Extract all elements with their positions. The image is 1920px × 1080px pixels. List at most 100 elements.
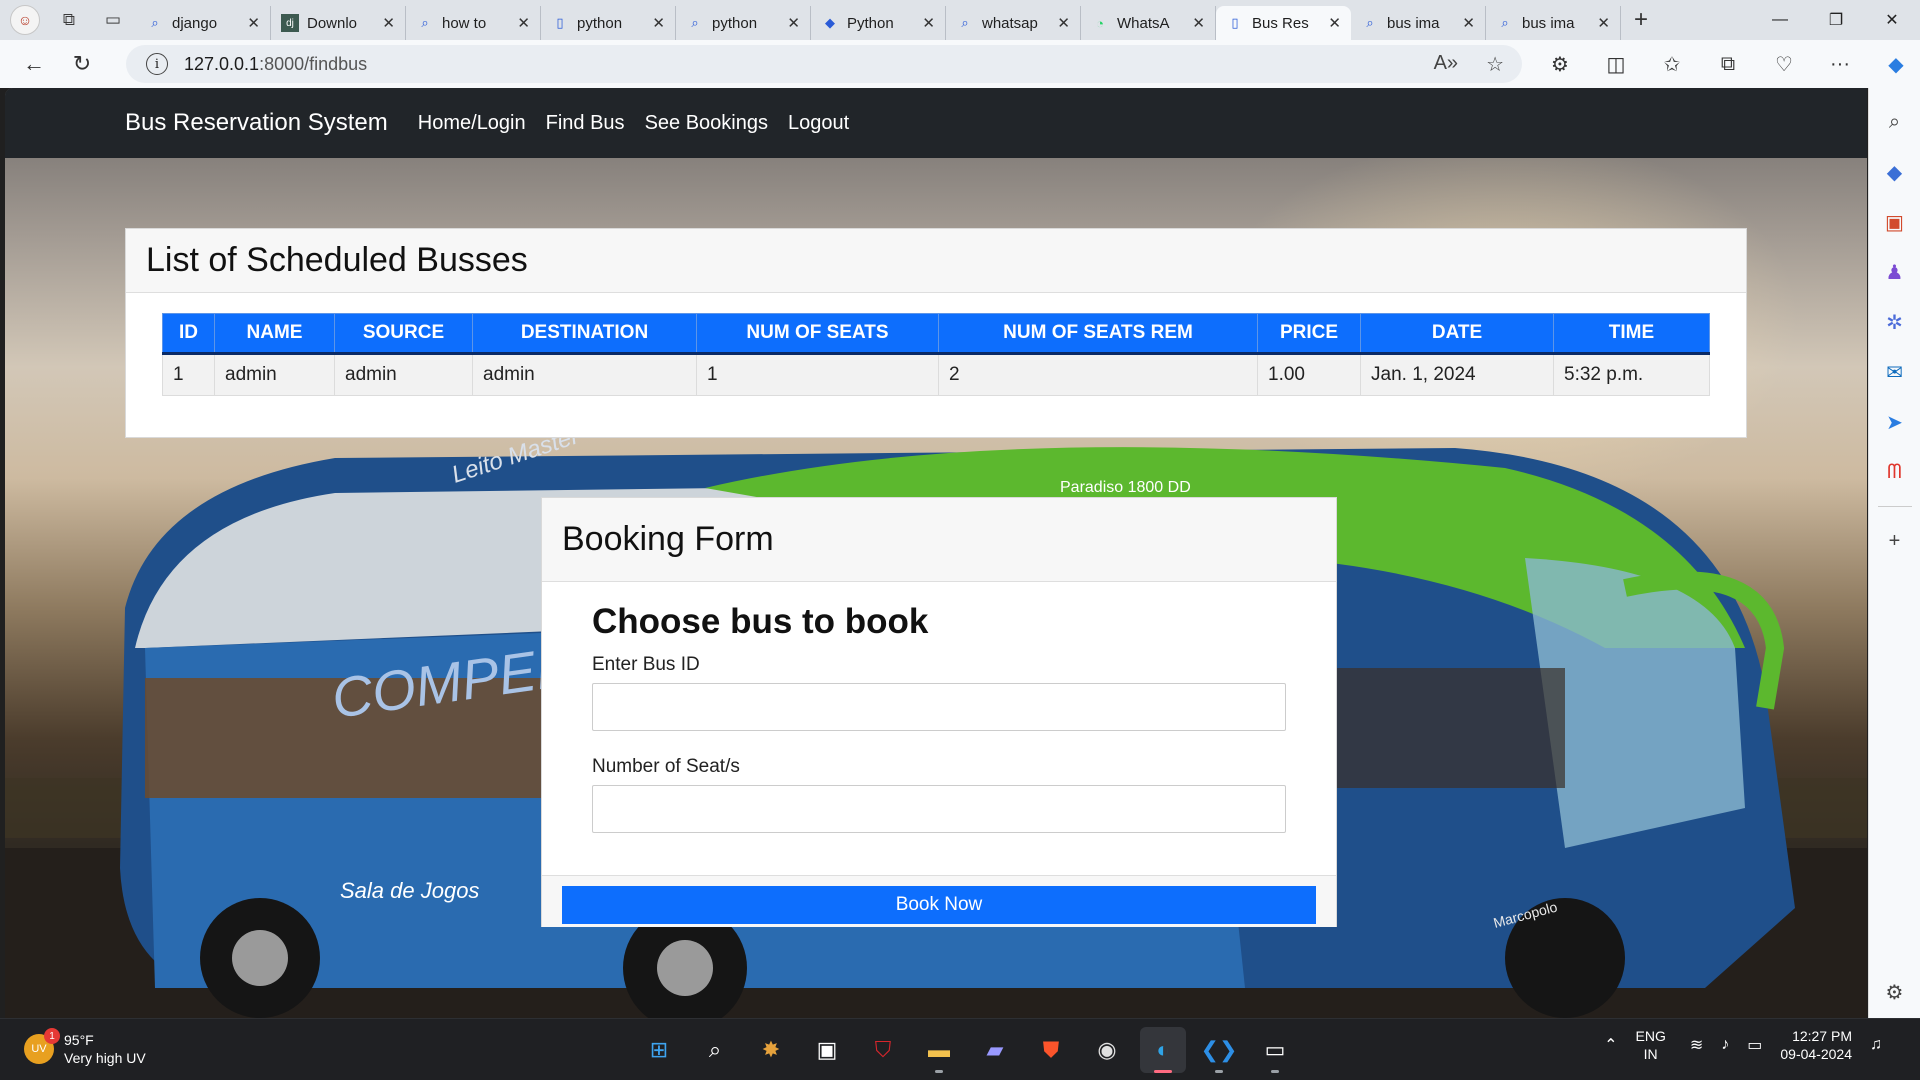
seats-input[interactable] [592,785,1286,833]
uv-badge: 1 [44,1028,60,1044]
browser-tab[interactable]: ⌕ django ✕ [136,6,271,40]
url-path: :8000/findbus [259,53,368,74]
browser-tab[interactable]: dj Downlo ✕ [271,6,406,40]
edge-browser-icon[interactable]: ◐ [1140,1027,1186,1073]
browser-tab[interactable]: ◆ Python ✕ [811,6,946,40]
close-window-icon[interactable]: ✕ [1864,0,1920,40]
profile-avatar-icon[interactable]: ☺ [10,5,40,35]
nav-link-find-bus[interactable]: Find Bus [546,112,625,135]
premiere-pro-icon[interactable]: ▰ [972,1027,1018,1073]
sidebar-search-icon[interactable]: ⌕ [1879,106,1911,138]
minimize-icon[interactable]: — [1752,0,1808,40]
sidebar-copilot-icon[interactable]: ✲ [1879,306,1911,338]
col-destination: DESTINATION [472,313,697,355]
browser-tab[interactable]: ⌕ bus ima ✕ [1486,6,1621,40]
browser-tab[interactable]: ⌕ bus ima ✕ [1351,6,1486,40]
taskbar-apps: ⊞ ⌕ ✸ ▣ ⛉ ▬ ▰ ⛊ ◉ ◐ ❮❯ ▭ [636,1027,1298,1073]
tab-close-icon[interactable]: ✕ [1597,14,1610,32]
task-view-icon[interactable]: ▣ [804,1027,850,1073]
language-indicator[interactable]: ENG IN [1636,1027,1666,1063]
browser-tab[interactable]: ▯ Bus Res ✕ [1216,6,1351,40]
tab-close-icon[interactable]: ✕ [1192,14,1205,32]
tab-close-icon[interactable]: ✕ [787,14,800,32]
reload-icon[interactable]: ↻ [62,44,102,84]
book-now-button[interactable]: Book Now [562,886,1316,924]
page-icon: ▯ [556,15,564,30]
split-screen-icon[interactable]: ◫ [1596,44,1636,84]
sidebar-shopping-icon[interactable]: ◆ [1879,156,1911,188]
start-icon[interactable]: ⊞ [636,1027,682,1073]
tab-close-icon[interactable]: ✕ [652,14,665,32]
cell-num-seats: 1 [696,353,939,396]
site-navbar: Bus Reservation System Home/Login Find B… [5,88,1867,158]
sidebar-outlook-icon[interactable]: ✉ [1879,356,1911,388]
sidebar-send-icon[interactable]: ➤ [1879,406,1911,438]
booking-form-title: Booking Form [542,498,1336,582]
copilot-icon[interactable]: ◆ [1876,44,1916,84]
more-menu-icon[interactable]: ··· [1820,44,1860,84]
bus-id-input[interactable] [592,683,1286,731]
taskbar-search-icon[interactable]: ⌕ [692,1027,738,1073]
nav-link-logout[interactable]: Logout [788,112,849,135]
collections-icon[interactable]: ⧉ [1708,44,1748,84]
favorites-icon[interactable]: ✩ [1652,44,1692,84]
browser-tab[interactable]: ⌕ python ✕ [676,6,811,40]
clock-time: 12:27 PM [1792,1028,1852,1044]
tab-close-icon[interactable]: ✕ [382,14,395,32]
weather-widget[interactable]: UV 1 95°F Very high UV [24,1028,146,1067]
site-info-icon[interactable]: i [146,53,168,75]
terminal-icon[interactable]: ▭ [1252,1027,1298,1073]
cell-price: 1.00 [1257,353,1361,396]
sidebar-app-icon[interactable]: ᗰ [1879,456,1911,488]
search-icon: ⌕ [151,15,159,30]
brave-browser-icon[interactable]: ⛊ [1028,1027,1074,1073]
mcafee-icon[interactable]: ⛉ [860,1027,906,1073]
back-icon[interactable]: ← [14,44,54,84]
sidebar-games-icon[interactable]: ♟ [1879,256,1911,288]
booking-form-footer: Book Now [542,875,1336,927]
tab-close-icon[interactable]: ✕ [1328,14,1341,32]
sidebar-settings-icon[interactable]: ⚙ [1879,976,1911,1008]
tab-close-icon[interactable]: ✕ [517,14,530,32]
new-tab-button[interactable]: + [1621,3,1661,37]
tab-close-icon[interactable]: ✕ [1057,14,1070,32]
table-row: 1 admin admin admin 1 2 1.00 Jan. 1, 202… [162,353,1710,396]
sidebar-divider [1877,506,1912,507]
tab-close-icon[interactable]: ✕ [247,14,260,32]
wifi-icon[interactable]: ≋ [1690,1035,1703,1055]
search-icon: ⌕ [1501,15,1509,30]
restore-icon[interactable]: ❐ [1808,0,1864,40]
notifications-bell-icon[interactable]: ♫ [1870,1036,1882,1054]
browser-essentials-icon[interactable]: ♡ [1764,44,1804,84]
clock[interactable]: 12:27 PM 09-04-2024 [1780,1027,1852,1063]
tab-title: python [577,14,623,32]
tab-title: django [172,14,218,32]
read-aloud-icon[interactable]: A» [1434,52,1458,77]
battery-icon[interactable]: ▭ [1747,1035,1762,1055]
workspaces-icon[interactable]: ⧉ [54,5,84,35]
nav-link-home-login[interactable]: Home/Login [418,112,526,135]
nav-link-see-bookings[interactable]: See Bookings [645,112,768,135]
tab-actions-icon[interactable]: ▭ [98,5,128,35]
sidebar-tools-icon[interactable]: ▣ [1879,206,1911,238]
address-bar[interactable]: i 127.0.0.1:8000/findbus A» ☆ [126,45,1522,83]
volume-icon[interactable]: ♪ [1721,1036,1729,1054]
tray-overflow-chevron-icon[interactable]: ⌃ [1604,1035,1617,1055]
site-brand[interactable]: Bus Reservation System [125,109,388,137]
favorite-star-icon[interactable]: ☆ [1486,52,1504,77]
bus-table-header-row: ID NAME SOURCE DESTINATION NUM OF SEATS … [162,313,1710,355]
col-name: NAME [214,313,335,355]
extensions-icon[interactable]: ⚙ [1540,44,1580,84]
sidebar-add-icon[interactable]: + [1879,525,1911,557]
file-explorer-icon[interactable]: ▬ [916,1027,962,1073]
davinci-resolve-icon[interactable]: ◉ [1084,1027,1130,1073]
tab-close-icon[interactable]: ✕ [1462,14,1475,32]
tab-close-icon[interactable]: ✕ [922,14,935,32]
browser-tab[interactable]: ◔ WhatsA ✕ [1081,6,1216,40]
bus-id-label: Enter Bus ID [592,654,700,675]
copilot-app-icon[interactable]: ✸ [748,1027,794,1073]
browser-tab[interactable]: ⌕ whatsap ✕ [946,6,1081,40]
vscode-icon[interactable]: ❮❯ [1196,1027,1242,1073]
browser-tab[interactable]: ⌕ how to ✕ [406,6,541,40]
browser-tab[interactable]: ▯ python ✕ [541,6,676,40]
